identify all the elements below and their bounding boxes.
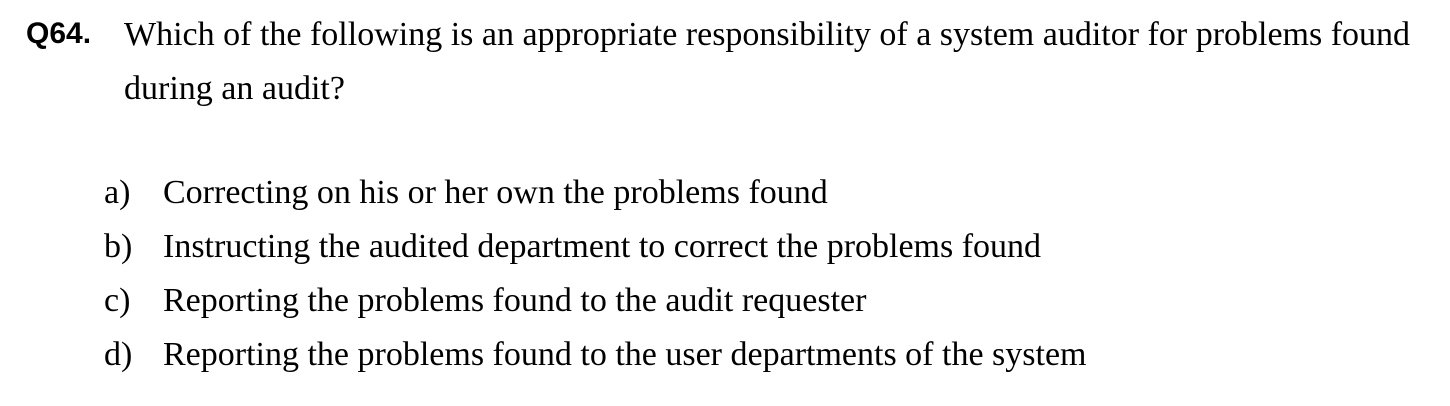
option-letter: a) <box>104 174 131 211</box>
option-text: Correcting on his or her own the problem… <box>163 174 828 211</box>
option-letter: d) <box>104 336 133 373</box>
question-text: Which of the following is an appropriate… <box>124 16 1411 107</box>
option-letter: c) <box>104 282 131 319</box>
option-text: Reporting the problems found to the audi… <box>163 282 867 319</box>
option-text: Instructing the audited department to co… <box>163 228 1042 265</box>
option-text: Reporting the problems found to the user… <box>163 336 1087 373</box>
option-letter: b) <box>104 228 133 265</box>
question-number: Q64. <box>26 17 92 50</box>
